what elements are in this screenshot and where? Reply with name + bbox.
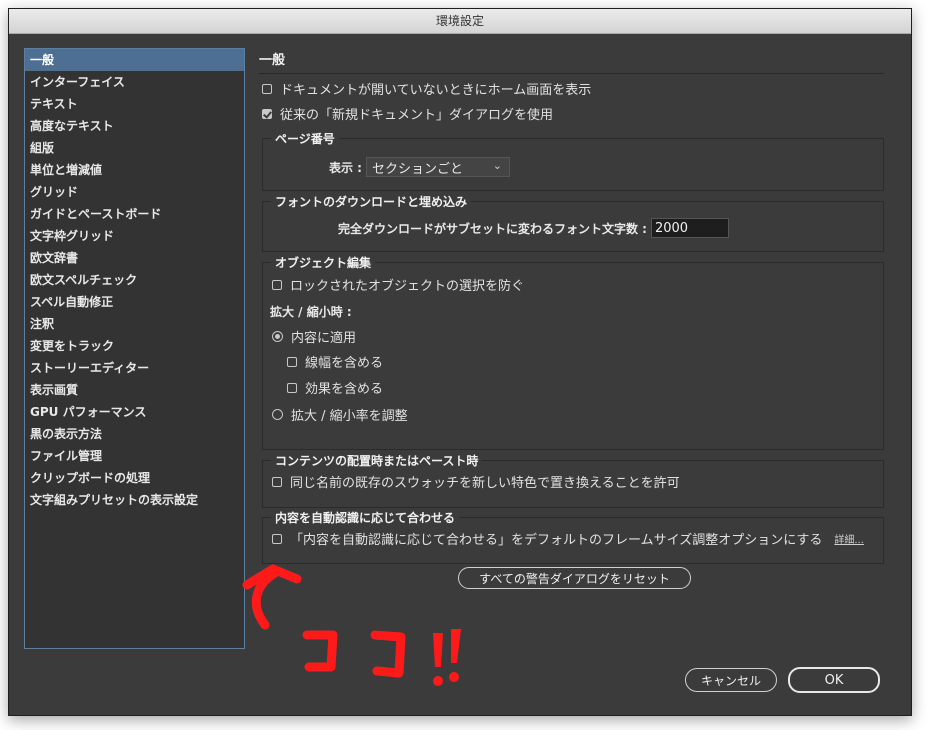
sidebar-item-general[interactable]: 一般	[25, 49, 244, 71]
content-aware-default-option[interactable]: 「内容を自動認識に応じて合わせる」をデフォルトのフレームサイズ調整オプションにす…	[272, 529, 864, 548]
arrow-icon	[242, 564, 302, 630]
replace-swatch-checkbox[interactable]	[272, 476, 282, 487]
window-titlebar[interactable]: 環境設定	[9, 9, 911, 34]
sidebar-list[interactable]: 一般 インターフェイス テキスト 高度なテキスト 組版 単位と増減値 グリッド …	[24, 48, 245, 649]
view-select-value: セクションごと	[371, 161, 463, 177]
reset-warnings-button[interactable]: すべての警告ダイアログをリセット	[458, 567, 691, 589]
adjust-scale-option[interactable]: 拡大 / 縮小率を調整	[272, 405, 408, 424]
annotation-stroke-ko2	[370, 630, 406, 678]
show-home-option[interactable]: ドキュメントが開いていないときにホーム画面を表示	[262, 79, 591, 98]
font-download-title: フォントのダウンロードと埋め込み	[271, 193, 472, 210]
sidebar-item-composition[interactable]: 組版	[25, 137, 244, 159]
exclamation-icons	[433, 629, 461, 686]
font-threshold-input[interactable]: 2000	[650, 218, 729, 238]
replace-swatch-label: 同じ名前の既存のスウォッチを新しい特色で置き換えることを許可	[290, 476, 680, 491]
font-download-group: フォントのダウンロードと埋め込み 完全ダウンロードがサブセットに変わるフォント文…	[262, 193, 884, 252]
font-threshold-row: 完全ダウンロードがサブセットに変わるフォント文字数 : 2000	[338, 218, 729, 238]
sidebar-item-story-editor[interactable]: ストーリーエディター	[25, 357, 244, 379]
page-numbering-view-select[interactable]: セクションごと ⌄	[365, 157, 510, 177]
legacy-new-doc-label: 従来の「新規ドキュメント」ダイアログを使用	[280, 108, 554, 123]
include-stroke-label: 線幅を含める	[305, 356, 384, 371]
page-numbering-group: ページ番号 表示 : セクションごと ⌄	[262, 130, 884, 191]
sidebar-item-interface[interactable]: インターフェイス	[25, 71, 244, 93]
handwritten-annotation	[242, 564, 461, 686]
sidebar-item-autocorrect[interactable]: スペル自動修正	[25, 291, 244, 313]
sidebar-item-file-handling[interactable]: ファイル管理	[25, 445, 244, 467]
legacy-new-doc-option[interactable]: 従来の「新規ドキュメント」ダイアログを使用	[262, 104, 553, 123]
sidebar-item-display-performance[interactable]: 表示画質	[25, 379, 244, 401]
view-label: 表示 :	[329, 160, 362, 175]
apply-to-content-radio[interactable]	[272, 331, 283, 342]
adjust-scale-label: 拡大 / 縮小率を調整	[291, 409, 408, 424]
prevent-locked-label: ロックされたオブジェクトの選択を防ぐ	[290, 279, 525, 294]
content-aware-title: 内容を自動認識に応じて合わせる	[271, 509, 460, 526]
apply-to-content-option[interactable]: 内容に適用	[272, 327, 356, 346]
include-effects-checkbox[interactable]	[287, 382, 297, 393]
sidebar-item-dictionary[interactable]: 欧文辞書	[25, 247, 244, 269]
detail-link[interactable]: 詳細...	[834, 531, 864, 546]
sidebar-item-gpu-performance[interactable]: GPU パフォーマンス	[25, 401, 244, 423]
ok-button[interactable]: OK	[788, 667, 880, 693]
section-heading: 一般	[259, 49, 884, 74]
annotation-stroke-ko1	[302, 630, 338, 672]
replace-swatch-option[interactable]: 同じ名前の既存のスウォッチを新しい特色で置き換えることを許可	[272, 472, 680, 491]
include-effects-option[interactable]: 効果を含める	[287, 378, 383, 397]
cancel-button[interactable]: キャンセル	[685, 668, 777, 692]
include-stroke-checkbox[interactable]	[287, 356, 297, 367]
include-effects-label: 効果を含める	[305, 382, 384, 397]
apply-to-content-label: 内容に適用	[291, 331, 357, 346]
page-numbering-view-row: 表示 : セクションごと ⌄	[329, 157, 510, 177]
show-home-checkbox[interactable]	[262, 83, 272, 94]
sidebar-item-text[interactable]: テキスト	[25, 93, 244, 115]
page-numbering-title: ページ番号	[271, 130, 339, 147]
sidebar-item-guides[interactable]: ガイドとペーストボード	[25, 203, 244, 225]
prevent-locked-option[interactable]: ロックされたオブジェクトの選択を防ぐ	[272, 275, 524, 294]
sidebar-item-advanced-text[interactable]: 高度なテキスト	[25, 115, 244, 137]
paste-content-group: コンテンツの配置時またはペースト時 同じ名前の既存のスウォッチを新しい特色で置き…	[262, 452, 884, 508]
paste-content-title: コンテンツの配置時またはペースト時	[271, 452, 483, 469]
font-threshold-label: 完全ダウンロードがサブセットに変わるフォント文字数 :	[338, 221, 647, 236]
show-home-label: ドキュメントが開いていないときにホーム画面を表示	[280, 83, 592, 98]
sidebar-item-frame-grid[interactable]: 文字枠グリッド	[25, 225, 244, 247]
sidebar-item-grids[interactable]: グリッド	[25, 181, 244, 203]
include-stroke-option[interactable]: 線幅を含める	[287, 352, 383, 371]
adjust-scale-radio[interactable]	[272, 409, 283, 420]
sidebar-item-units[interactable]: 単位と増減値	[25, 159, 244, 181]
sidebar-item-notes[interactable]: 注釈	[25, 313, 244, 335]
scaling-label: 拡大 / 縮小時 :	[270, 305, 352, 319]
sidebar-item-black-appearance[interactable]: 黒の表示方法	[25, 423, 244, 445]
sidebar-item-track-changes[interactable]: 変更をトラック	[25, 335, 244, 357]
content-aware-checkbox[interactable]	[272, 533, 282, 544]
sidebar-item-spelling[interactable]: 欧文スペルチェック	[25, 269, 244, 291]
chevron-down-icon: ⌄	[492, 159, 502, 172]
prevent-locked-checkbox[interactable]	[272, 279, 282, 290]
object-editing-title: オブジェクト編集	[271, 254, 376, 271]
legacy-new-doc-checkbox[interactable]	[262, 108, 272, 119]
sidebar-item-mojikumi-presets[interactable]: 文字組みプリセットの表示設定	[25, 489, 244, 511]
content-aware-label: 「内容を自動認識に応じて合わせる」をデフォルトのフレームサイズ調整オプションにす…	[290, 533, 823, 548]
object-editing-group: オブジェクト編集 ロックされたオブジェクトの選択を防ぐ 拡大 / 縮小時 : 内…	[262, 254, 884, 450]
sidebar-item-clipboard[interactable]: クリップボードの処理	[25, 467, 244, 489]
